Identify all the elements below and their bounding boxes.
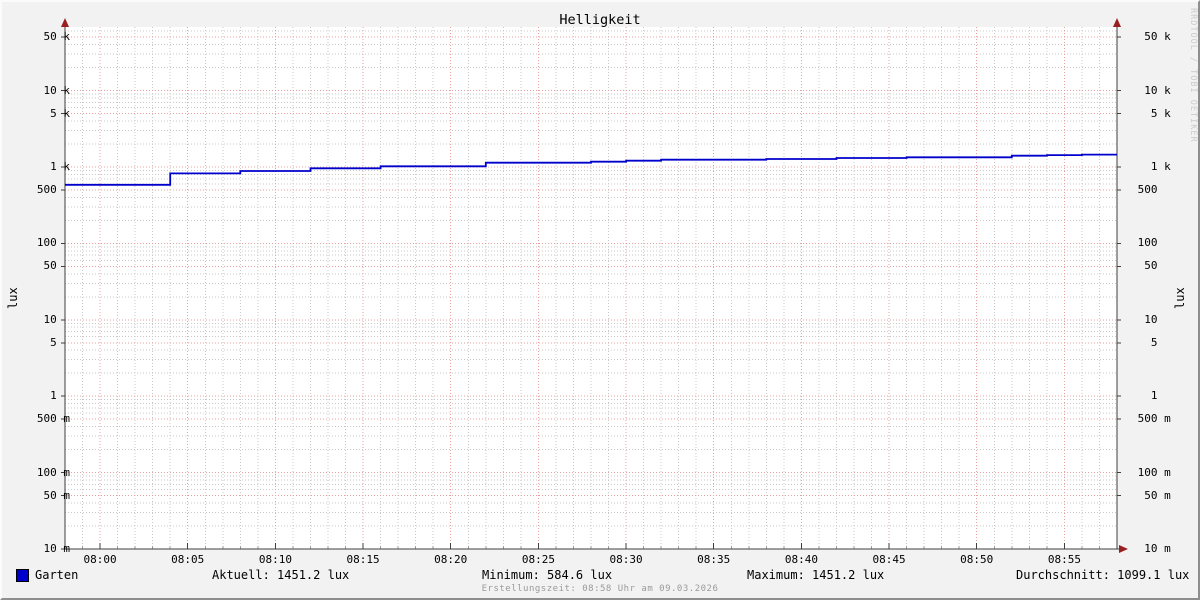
stat-aktuell: Aktuell: 1451.2 lux <box>212 568 349 582</box>
y-tick-label-left: 1 k <box>30 160 70 173</box>
stat-aktuell-label: Aktuell: <box>212 568 270 582</box>
rrdtool-watermark: RRDTOOL / TOBI OETIKER <box>1188 8 1198 143</box>
y-tick-label-left: 10 m <box>30 542 70 555</box>
stat-minimum-value: 584.6 lux <box>547 568 613 582</box>
x-tick-label: 08:30 <box>609 553 643 566</box>
y-tick-label-right: 1 k <box>1131 160 1171 173</box>
legend-series-label: Garten <box>35 568 79 582</box>
y-tick-label-right: 1 <box>1131 389 1171 403</box>
y-tick-label-left: 10 <box>30 312 70 326</box>
x-tick-label: 08:40 <box>784 553 818 566</box>
y-axis-label-right: lux <box>1173 287 1187 309</box>
y-tick-label-left: 500 m <box>30 412 70 426</box>
stat-minimum: Minimum: 584.6 lux <box>482 568 612 582</box>
x-tick-label: 08:55 <box>1047 553 1081 566</box>
x-tick-label: 08:10 <box>258 553 292 566</box>
x-tick-label: 08:00 <box>83 553 117 566</box>
y-axis-label-left: lux <box>6 287 20 309</box>
stat-maximum: Maximum: 1451.2 lux <box>747 568 884 582</box>
y-tick-label-right: 500 <box>1131 182 1171 196</box>
y-tick-label-left: 50 <box>30 259 70 273</box>
y-tick-label-left: 10 k <box>30 83 70 97</box>
x-tick-label: 08:20 <box>434 553 468 566</box>
stat-aktuell-value: 1451.2 lux <box>277 568 350 582</box>
y-tick-label-right: 50 <box>1131 259 1171 273</box>
stat-durchschnitt: Durchschnitt: 1099.1 lux <box>1016 568 1189 582</box>
y-tick-label-right: 10 m <box>1131 542 1171 555</box>
y-tick-label-left: 1 <box>30 389 70 403</box>
y-tick-label-left: 100 m <box>30 465 70 479</box>
y-tick-label-right: 5 k <box>1131 106 1171 120</box>
y-tick-label-right: 100 <box>1131 236 1171 250</box>
y-tick-label-left: 50 m <box>30 488 70 502</box>
y-tick-label-right: 500 m <box>1131 412 1171 426</box>
stat-durchschnitt-value: 1099.1 lux <box>1117 568 1190 582</box>
x-tick-label: 08:25 <box>521 553 555 566</box>
y-tick-label-right: 50 m <box>1131 488 1171 502</box>
stat-maximum-value: 1451.2 lux <box>812 568 885 582</box>
chart-title: Helligkeit <box>559 12 641 28</box>
stat-maximum-label: Maximum: <box>747 568 805 582</box>
y-tick-label-left: 5 <box>30 335 70 349</box>
y-tick-label-left: 5 k <box>30 106 70 120</box>
y-tick-label-left: 500 <box>30 182 70 196</box>
legend-and-stats-row: Garten Aktuell: 1451.2 lux Minimum: 584.… <box>2 567 1198 583</box>
legend-color-swatch <box>16 569 29 582</box>
y-tick-label-right: 100 m <box>1131 465 1171 479</box>
x-tick-label: 08:45 <box>872 553 906 566</box>
rrdtool-graph: Helligkeit lux lux RRDTOOL / TOBI OETIKE… <box>0 0 1200 600</box>
y-tick-label-right: 5 <box>1131 335 1171 349</box>
y-tick-label-left: 100 <box>30 236 70 250</box>
y-tick-label-left: 50 k <box>30 30 70 44</box>
stat-minimum-label: Minimum: <box>482 568 540 582</box>
x-tick-label: 08:50 <box>960 553 994 566</box>
chart-plot-area <box>61 18 1128 553</box>
stat-durchschnitt-label: Durchschnitt: <box>1016 568 1110 582</box>
x-tick-label: 08:05 <box>171 553 205 566</box>
y-tick-label-right: 10 <box>1131 312 1171 326</box>
x-tick-label: 08:35 <box>697 553 731 566</box>
y-tick-label-right: 50 k <box>1131 30 1171 44</box>
x-tick-label: 08:15 <box>346 553 380 566</box>
y-tick-label-right: 10 k <box>1131 83 1171 97</box>
generation-timestamp: Erstellungszeit: 08:58 Uhr am 09.03.2026 <box>481 584 719 594</box>
